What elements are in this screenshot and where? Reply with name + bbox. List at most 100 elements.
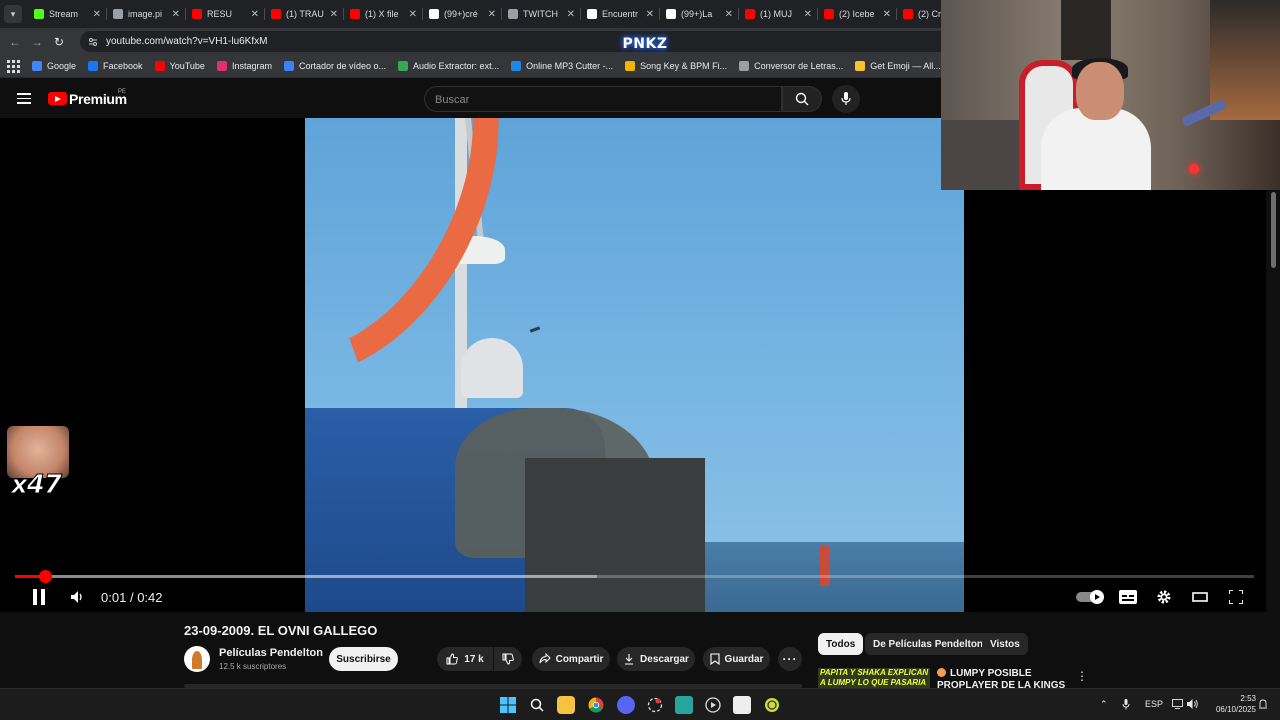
close-icon[interactable]: ✕ <box>251 9 259 20</box>
scissors-icon <box>283 61 294 71</box>
bookmark-item[interactable]: Get Emoji — All... <box>855 61 941 71</box>
channel-avatar[interactable] <box>184 646 210 672</box>
progress-bar[interactable] <box>15 570 1254 583</box>
file-explorer-icon[interactable] <box>557 696 575 714</box>
boat-flag <box>820 546 830 586</box>
volume-button[interactable] <box>68 585 88 609</box>
subtitles-button[interactable] <box>1118 585 1138 609</box>
apps-icon[interactable] <box>6 59 20 73</box>
recommended-title[interactable]: LUMPY POSIBLE PROPLAYER DE LA KINGS <box>937 668 1067 688</box>
progress-buffered <box>15 575 598 578</box>
search-button[interactable] <box>782 86 822 112</box>
close-icon[interactable]: ✕ <box>804 9 812 20</box>
system-clock[interactable]: 2:53 06/10/2025 <box>1204 693 1256 715</box>
browser-tab[interactable]: image.pi ✕ <box>107 0 186 28</box>
tab-title: (99+)cré <box>444 9 478 19</box>
chevron-up-icon[interactable]: ⌃ <box>1100 699 1108 710</box>
settings-button[interactable] <box>1154 585 1174 609</box>
bookmark-item[interactable]: Instagram <box>216 61 272 71</box>
autoplay-toggle[interactable] <box>1076 585 1106 609</box>
browser-tab[interactable]: Encuentr ✕ <box>581 0 660 28</box>
close-icon[interactable]: ✕ <box>172 9 180 20</box>
speaker-icon[interactable] <box>1187 699 1199 711</box>
download-button[interactable]: Descargar <box>617 647 695 671</box>
bookmark-item[interactable]: Conversor de Letras... <box>739 61 843 71</box>
pause-button[interactable] <box>28 585 50 609</box>
bookmark-item[interactable]: Google <box>32 61 76 71</box>
site-info-icon[interactable] <box>88 37 98 47</box>
share-label: Compartir <box>555 653 604 665</box>
dislike-button[interactable] <box>494 647 522 671</box>
bookmark-item[interactable]: Online MP3 Cutter -... <box>511 61 613 71</box>
tiktok-icon <box>666 9 676 19</box>
bookmark-label: YouTube <box>169 61 205 71</box>
browser-tab[interactable]: Stream ✕ <box>28 0 107 28</box>
notepad-icon[interactable] <box>675 696 693 714</box>
windows-start-icon[interactable] <box>499 696 517 714</box>
browser-tab[interactable]: (99+)La ✕ <box>660 0 739 28</box>
subscribe-button[interactable]: Suscribirse <box>329 647 398 671</box>
browser-tab[interactable]: TWITCH ✕ <box>502 0 581 28</box>
search-icon[interactable] <box>528 696 546 714</box>
close-icon[interactable]: ✕ <box>488 9 496 20</box>
network-icon[interactable] <box>1172 699 1183 711</box>
save-button[interactable]: Guardar <box>703 647 770 671</box>
chip-watched[interactable]: Vistos <box>982 633 1028 655</box>
bookmark-item[interactable]: Audio Extractor: ext... <box>398 61 499 71</box>
bookmark-item[interactable]: Cortador de vídeo o... <box>283 61 386 71</box>
close-icon[interactable]: ✕ <box>883 9 891 20</box>
obs-icon[interactable] <box>763 696 781 714</box>
video-frame[interactable] <box>305 118 964 612</box>
scrubber-handle[interactable] <box>38 570 52 583</box>
chrome-icon[interactable] <box>587 696 605 714</box>
browser-tab[interactable]: (1) TRAU ✕ <box>265 0 344 28</box>
like-button[interactable]: 17 k <box>437 647 493 671</box>
recommended-more-icon[interactable]: ⋮ <box>1076 669 1088 683</box>
search-input[interactable]: Buscar <box>424 86 782 112</box>
theater-mode-button[interactable] <box>1190 585 1210 609</box>
close-icon[interactable]: ✕ <box>646 9 654 20</box>
sticker-count: x47 <box>11 470 63 501</box>
browser-tab[interactable]: (1) X file ✕ <box>344 0 423 28</box>
browser-tab[interactable]: (99+)cré ✕ <box>423 0 502 28</box>
browser-tab[interactable]: RESU ✕ <box>186 0 265 28</box>
app-icon[interactable] <box>646 696 664 714</box>
scrollbar-thumb[interactable] <box>1271 192 1276 268</box>
tab-search-button[interactable]: ▾ <box>4 5 22 23</box>
back-icon[interactable]: ← <box>4 35 26 49</box>
browser-tab[interactable]: (2) Icebe ✕ <box>818 0 897 28</box>
close-icon[interactable]: ✕ <box>409 9 417 20</box>
share-button[interactable]: Compartir <box>532 647 610 671</box>
voice-search-button[interactable] <box>832 85 860 113</box>
fullscreen-button[interactable] <box>1226 585 1246 609</box>
discord-icon[interactable] <box>617 696 635 714</box>
video-player[interactable]: x47 0:01 / 0:42 <box>0 118 1266 612</box>
bookmark-item[interactable]: Song Key & BPM Fi... <box>625 61 727 71</box>
bookmark-item[interactable]: YouTube <box>154 61 205 71</box>
notifications-icon[interactable] <box>1258 699 1268 711</box>
microphone-icon[interactable] <box>1122 699 1130 712</box>
recommended-thumbnail[interactable]: PAPITA Y SHAKA EXPLICAN A LUMPY LO QUE P… <box>818 668 930 688</box>
media-player-icon[interactable] <box>704 696 722 714</box>
webcam-shelf <box>1061 0 1111 60</box>
chip-all[interactable]: Todos <box>818 633 864 655</box>
page-scrollbar[interactable] <box>1266 190 1280 688</box>
youtube-logo-icon[interactable] <box>48 92 67 105</box>
reload-icon[interactable]: ↻ <box>48 35 70 49</box>
language-indicator[interactable]: ESP <box>1145 699 1163 709</box>
tab-title: (1) X file <box>365 9 399 19</box>
bookmark-item[interactable]: Facebook <box>88 61 143 71</box>
close-icon[interactable]: ✕ <box>330 9 338 20</box>
chip-channel[interactable]: De Películas Pendelton <box>865 633 992 655</box>
channel-name[interactable]: Películas Pendelton <box>219 647 323 659</box>
more-actions-button[interactable]: ··· <box>778 647 802 671</box>
forward-icon[interactable]: → <box>26 35 48 49</box>
close-icon[interactable]: ✕ <box>725 9 733 20</box>
menu-icon[interactable] <box>17 93 31 104</box>
close-icon[interactable]: ✕ <box>93 9 101 20</box>
browser-tab[interactable]: (1) MUJ ✕ <box>739 0 818 28</box>
subscriber-count: 12.5 k suscriptores <box>219 662 287 671</box>
snipping-tool-icon[interactable] <box>733 696 751 714</box>
url-field[interactable]: youtube.com/watch?v=VH1-lu6KfxM <box>80 31 980 52</box>
close-icon[interactable]: ✕ <box>567 9 575 20</box>
